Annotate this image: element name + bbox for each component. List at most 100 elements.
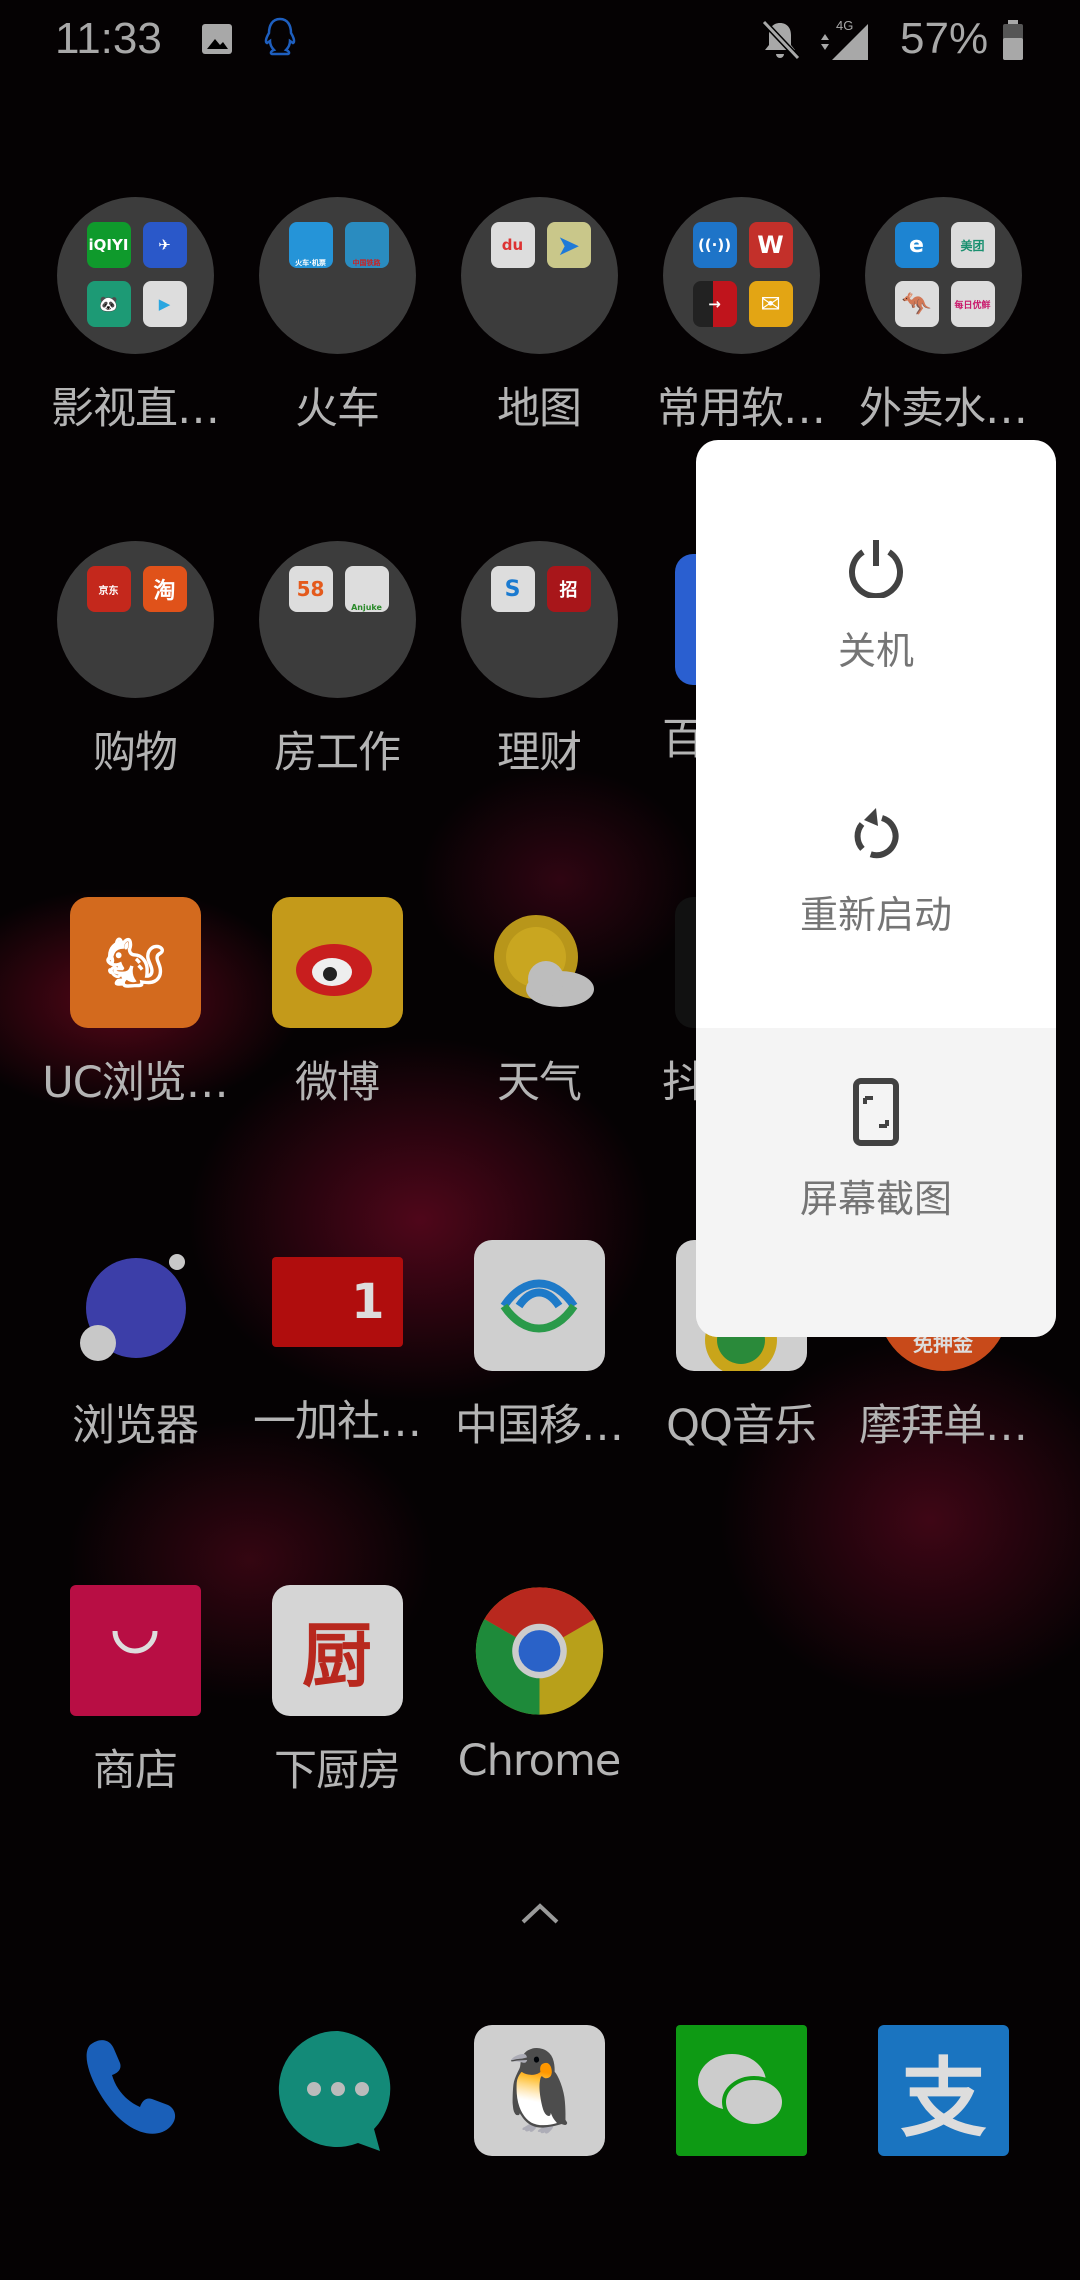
dock-qq[interactable]: 🐧: [474, 2025, 605, 2156]
alipay-icon: 支: [878, 2025, 1009, 2156]
wps-icon: W: [748, 222, 793, 268]
folder-icon: du ➤: [460, 197, 618, 354]
messages-icon: [278, 2030, 391, 2151]
app-china-mobile[interactable]: 中国移…: [438, 1227, 640, 1453]
qq-penguin-icon: 🐧: [474, 2025, 605, 2156]
dock-alipay[interactable]: 支: [878, 2025, 1009, 2156]
app-label: 常用软…: [657, 384, 826, 434]
panda-icon: 🐼: [86, 281, 131, 327]
browser-icon: [70, 1240, 201, 1371]
eleme-icon: e: [894, 222, 939, 268]
dock-messages[interactable]: [272, 2025, 403, 2156]
app-weibo[interactable]: 微博: [236, 884, 438, 1110]
anjuke-icon: Anjuke: [344, 566, 389, 612]
wechat-icon: [676, 2025, 807, 2156]
uc-browser-icon: 🐿: [69, 897, 201, 1028]
gaode-map-icon: ➤: [546, 222, 591, 268]
youku-icon: ✈: [142, 222, 187, 268]
network-type: 4G: [836, 18, 853, 33]
restart-label: 重新启动: [799, 893, 952, 937]
power-off-label: 关机: [837, 629, 914, 673]
clone-icon: →: [692, 281, 737, 327]
screenshot-button[interactable]: 屏幕截图: [696, 1028, 1056, 1337]
folder-shopping[interactable]: 京东 淘 购物: [34, 541, 236, 780]
app-oneplus-community[interactable]: 1 一加社…: [236, 1227, 438, 1449]
app-label: 摩拜单…: [859, 1401, 1028, 1451]
xiachufang-icon: 厨: [271, 1585, 403, 1716]
app-xiachufang[interactable]: 厨 下厨房: [236, 1572, 438, 1798]
status-bar: 11:33 4G 57%: [0, 0, 1080, 82]
power-menu: 关机 重新启动 屏幕截图: [696, 440, 1056, 1337]
qq-icon: [264, 17, 296, 56]
missfresh-icon: 每日优鲜: [950, 281, 995, 327]
china-mobile-icon: [473, 1240, 605, 1371]
weibo-icon: [271, 897, 403, 1028]
dock-phone[interactable]: [70, 2025, 201, 2156]
battery-icon: [1003, 20, 1023, 60]
oneplus-community-icon: 1: [271, 1257, 403, 1347]
screenshot-label: 屏幕截图: [799, 1177, 952, 1221]
app-label: 下厨房: [274, 1746, 401, 1796]
folder-map[interactable]: du ➤ 地图: [438, 197, 640, 436]
app-store[interactable]: 商店: [34, 1572, 236, 1798]
app-label: 天气: [497, 1058, 582, 1108]
railway-icon: 中国铁路: [344, 222, 389, 268]
iqiyi-icon: iQIYI: [86, 222, 131, 268]
folder-icon: 京东 淘: [56, 541, 214, 698]
app-label: 微博: [295, 1058, 380, 1108]
mute-bell-icon: [761, 19, 801, 60]
battery-percent: 57%: [900, 14, 989, 63]
clock: 11:33: [55, 14, 162, 63]
app-drawer-chevron-icon[interactable]: [519, 1900, 561, 1926]
app-label: 地图: [497, 384, 582, 434]
app-label: QQ音乐: [666, 1401, 817, 1451]
dock-wechat[interactable]: [676, 2025, 807, 2156]
weather-icon: [474, 897, 605, 1028]
image-icon: [202, 24, 232, 54]
folder-takeout[interactable]: e 美团 🦘 每日优鲜 外卖水…: [842, 197, 1044, 436]
folder-finance[interactable]: S 招 理财: [438, 541, 640, 780]
app-label: 理财: [497, 728, 582, 778]
folder-icon: 58 Anjuke: [258, 541, 416, 698]
app-label: UC浏览…: [42, 1058, 229, 1108]
app-label: 一加社…: [253, 1397, 422, 1447]
folder-common[interactable]: ((·)) W → ✉ 常用软…: [640, 197, 842, 436]
58-icon: 58: [288, 566, 333, 612]
app-label: 影视直…: [51, 384, 220, 434]
folder-icon: 火车·机票 中国铁路: [258, 197, 416, 354]
screenshot-icon: [853, 1078, 899, 1146]
signal-icon: 4G: [821, 18, 868, 60]
restart-button[interactable]: 重新启动: [696, 736, 1056, 1028]
app-badge: 1: [351, 1274, 385, 1330]
phone-icon: [86, 2040, 176, 2134]
taobao-icon: 淘: [142, 566, 187, 612]
app-chrome[interactable]: Chrome: [438, 1572, 640, 1786]
wifi-key-icon: ((·)): [692, 222, 737, 268]
meituan-icon: 美团: [950, 222, 995, 268]
restart-icon: [854, 808, 899, 859]
app-label: 火车: [295, 384, 380, 434]
app-browser[interactable]: 浏览器: [34, 1227, 236, 1453]
app-uc-browser[interactable]: 🐿 UC浏览…: [34, 884, 236, 1110]
folder-video[interactable]: iQIYI ✈ 🐼 ▶ 影视直…: [34, 197, 236, 436]
train-ticket-icon: 火车·机票: [288, 222, 333, 268]
folder-icon: iQIYI ✈ 🐼 ▶: [56, 197, 214, 354]
app-label: 商店: [93, 1746, 178, 1796]
power-icon: [849, 540, 903, 598]
app-label: 购物: [93, 728, 178, 778]
app-weather[interactable]: 天气: [438, 884, 640, 1110]
jd-icon: 京东: [86, 566, 131, 612]
app-label: Chrome: [457, 1736, 622, 1786]
tencent-video-icon: ▶: [142, 281, 187, 327]
app-label: 外卖水…: [859, 384, 1028, 434]
app-label: 浏览器: [72, 1401, 199, 1451]
folder-icon: e 美团 🦘 每日优鲜: [864, 197, 1022, 354]
icbc-icon: 招: [546, 566, 591, 612]
folder-train[interactable]: 火车·机票 中国铁路 火车: [236, 197, 438, 436]
folder-icon: ((·)) W → ✉: [662, 197, 820, 354]
baidu-map-icon: du: [490, 222, 535, 268]
folder-icon: S 招: [460, 541, 618, 698]
power-off-button[interactable]: 关机: [696, 440, 1056, 736]
chrome-icon: [474, 1585, 605, 1716]
folder-house-work[interactable]: 58 Anjuke 房工作: [236, 541, 438, 780]
